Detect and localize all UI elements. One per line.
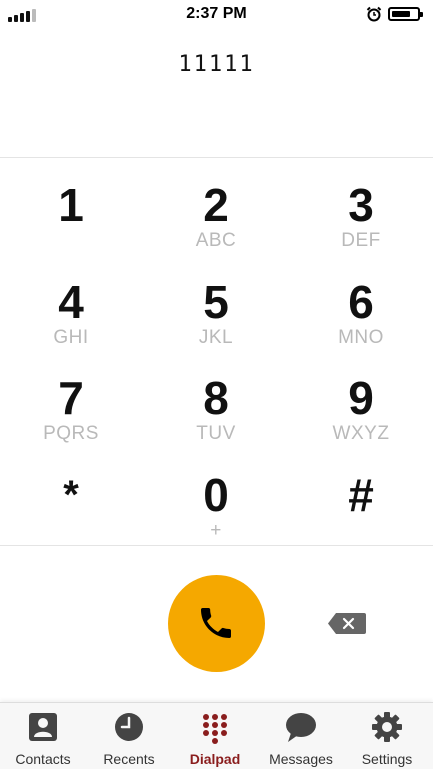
- divider: [0, 545, 433, 546]
- phone-icon: [201, 608, 231, 638]
- status-bar: 2:37 PM: [0, 0, 433, 30]
- key-letters: DEF: [341, 230, 381, 251]
- tab-messages[interactable]: Messages: [258, 703, 344, 769]
- key-digit: 4: [58, 276, 84, 328]
- contacts-icon: [29, 713, 57, 741]
- key-6[interactable]: 6 MNO: [306, 277, 416, 365]
- tab-dialpad[interactable]: Dialpad: [172, 703, 258, 769]
- dialpad-icon: [203, 714, 227, 744]
- key-letters: JKL: [198, 327, 234, 348]
- key-digit: 9: [348, 372, 374, 424]
- chat-bubble-icon: [286, 713, 316, 742]
- tab-recents[interactable]: Recents: [86, 703, 172, 769]
- key-digit: 7: [58, 372, 84, 424]
- key-digit: 1: [58, 179, 84, 231]
- clock-icon: [115, 713, 143, 741]
- key-digit: 5: [203, 276, 229, 328]
- divider: [0, 157, 433, 158]
- key-letters: [306, 520, 416, 542]
- battery-icon: [388, 7, 423, 21]
- dialed-number-display: 11111: [178, 52, 255, 77]
- key-letters: TUV: [196, 423, 236, 444]
- bottom-tab-bar: Contacts Recents Dialpad Messages Settin…: [0, 702, 433, 769]
- key-1[interactable]: 1: [16, 180, 126, 268]
- tab-label: Messages: [269, 751, 333, 767]
- call-button[interactable]: [168, 575, 265, 672]
- key-2[interactable]: 2 ABC: [161, 180, 271, 268]
- key-letters: WXYZ: [332, 423, 390, 444]
- key-9[interactable]: 9 WXYZ: [306, 373, 416, 461]
- tab-contacts[interactable]: Contacts: [0, 703, 86, 769]
- key-8[interactable]: 8 TUV: [161, 373, 271, 461]
- key-digit: #: [348, 469, 374, 521]
- tab-label: Settings: [361, 751, 413, 767]
- tab-label: Contacts: [15, 751, 71, 767]
- key-letters: [16, 230, 126, 252]
- backspace-button[interactable]: [328, 613, 366, 634]
- key-digit: 6: [348, 276, 374, 328]
- key-3[interactable]: 3 DEF: [306, 180, 416, 268]
- key-digit: 8: [203, 372, 229, 424]
- key-digit: *: [63, 473, 79, 517]
- key-digit: 3: [348, 179, 374, 231]
- key-5[interactable]: 5 JKL: [161, 277, 271, 365]
- tab-settings[interactable]: Settings: [344, 703, 430, 769]
- key-digit: 0: [203, 469, 229, 521]
- gear-icon: [372, 712, 402, 742]
- key-letters: GHI: [53, 327, 89, 348]
- key-letters: MNO: [338, 327, 384, 348]
- key-letters: PQRS: [43, 423, 99, 444]
- key-letters: ABC: [195, 230, 237, 251]
- tab-label: Recents: [103, 751, 155, 767]
- key-4[interactable]: 4 GHI: [16, 277, 126, 365]
- key-letters: [16, 520, 126, 542]
- key-letters: +: [210, 520, 222, 541]
- tab-label: Dialpad: [189, 751, 241, 767]
- key-digit: 2: [203, 179, 229, 231]
- key-7[interactable]: 7 PQRS: [16, 373, 126, 461]
- alarm-clock-icon: [366, 6, 382, 22]
